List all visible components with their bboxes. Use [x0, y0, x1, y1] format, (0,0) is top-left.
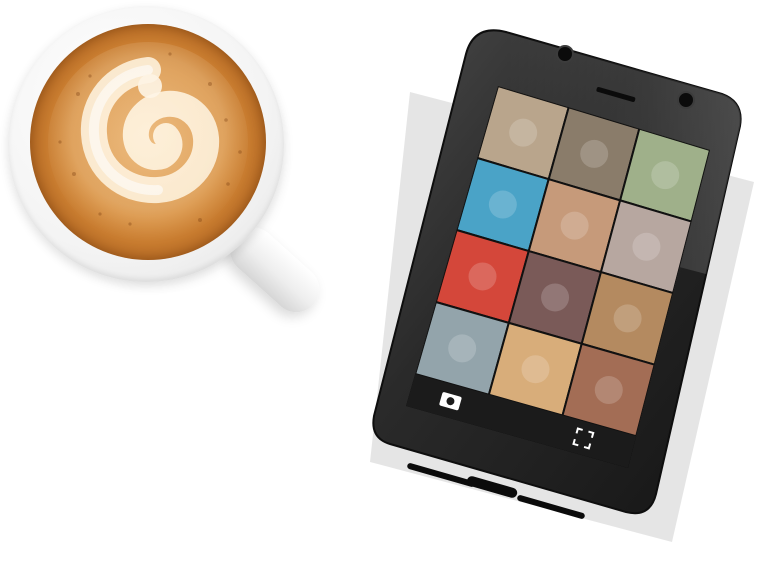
strawberries-detail [468, 262, 497, 291]
legs-detail [651, 161, 680, 190]
girl-laptop-detail [560, 211, 589, 240]
birdhouse-detail [580, 139, 609, 168]
latte-detail [521, 355, 550, 384]
girls-phone-detail [632, 232, 661, 261]
scene [0, 0, 769, 569]
bicycle-detail [448, 334, 477, 363]
hearts-detail [509, 118, 538, 147]
smartphone [366, 24, 766, 544]
dog-detail [613, 304, 642, 333]
boy-sunglasses-detail [488, 190, 517, 219]
girl-camera-detail [594, 376, 623, 405]
girl-cup-detail [541, 283, 570, 312]
latte-art [30, 24, 266, 260]
